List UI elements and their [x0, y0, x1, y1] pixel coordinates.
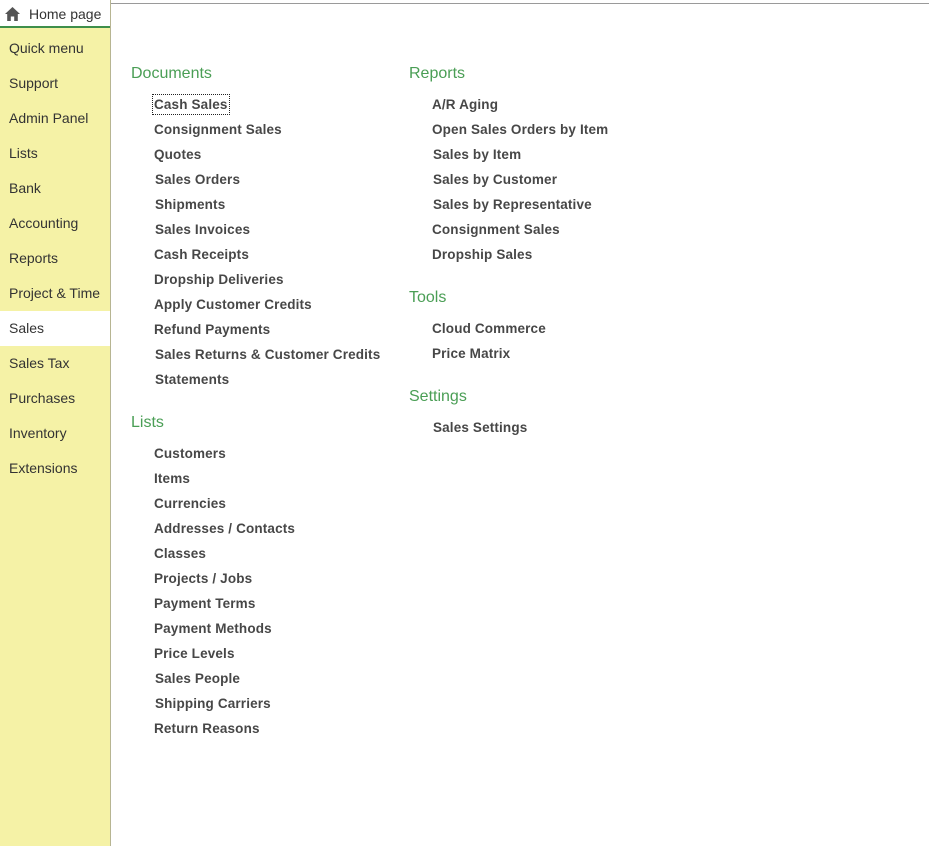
lists-section-title: Lists: [131, 414, 164, 431]
link-report-consignment-sales[interactable]: Consignment Sales: [432, 221, 560, 238]
sidebar-item-bank[interactable]: Bank: [0, 171, 110, 206]
link-return-reasons[interactable]: Return Reasons: [154, 720, 260, 737]
documents-section-title: Documents: [131, 65, 212, 82]
link-items[interactable]: Items: [154, 470, 190, 487]
link-price-matrix[interactable]: Price Matrix: [432, 345, 510, 362]
link-cash-sales[interactable]: Cash Sales: [152, 94, 230, 115]
link-payment-methods[interactable]: Payment Methods: [154, 620, 272, 637]
link-price-levels[interactable]: Price Levels: [154, 645, 235, 662]
home-page-label: Home page: [29, 6, 102, 22]
link-cloud-commerce[interactable]: Cloud Commerce: [432, 320, 546, 337]
tools-section-title: Tools: [409, 289, 447, 306]
sidebar-item-inventory[interactable]: Inventory: [0, 416, 110, 451]
link-dropship-deliveries[interactable]: Dropship Deliveries: [154, 271, 284, 288]
link-statements[interactable]: Statements: [155, 371, 229, 388]
sidebar-item-purchases[interactable]: Purchases: [0, 381, 110, 416]
top-divider: [111, 3, 929, 4]
link-refund-payments[interactable]: Refund Payments: [154, 321, 270, 338]
link-sales-returns-customer-credits[interactable]: Sales Returns & Customer Credits: [155, 346, 380, 363]
sidebar-item-quick-menu[interactable]: Quick menu: [0, 31, 110, 66]
sidebar: Home page Quick menu Support Admin Panel…: [0, 0, 111, 846]
link-payment-terms[interactable]: Payment Terms: [154, 595, 256, 612]
link-sales-by-item[interactable]: Sales by Item: [433, 146, 521, 163]
link-apply-customer-credits[interactable]: Apply Customer Credits: [154, 296, 312, 313]
link-sales-settings[interactable]: Sales Settings: [433, 419, 527, 436]
sidebar-item-sales[interactable]: Sales: [0, 311, 110, 346]
link-ar-aging[interactable]: A/R Aging: [432, 96, 498, 113]
sidebar-item-project-time[interactable]: Project & Time: [0, 276, 110, 311]
sidebar-item-support[interactable]: Support: [0, 66, 110, 101]
link-sales-people[interactable]: Sales People: [155, 670, 240, 687]
link-customers[interactable]: Customers: [154, 445, 226, 462]
sidebar-item-reports[interactable]: Reports: [0, 241, 110, 276]
link-sales-by-representative[interactable]: Sales by Representative: [433, 196, 592, 213]
link-classes[interactable]: Classes: [154, 545, 206, 562]
settings-section-title: Settings: [409, 388, 467, 405]
sidebar-item-admin-panel[interactable]: Admin Panel: [0, 101, 110, 136]
link-shipping-carriers[interactable]: Shipping Carriers: [155, 695, 271, 712]
link-projects-jobs[interactable]: Projects / Jobs: [154, 570, 252, 587]
link-addresses-contacts[interactable]: Addresses / Contacts: [154, 520, 295, 537]
sidebar-item-extensions[interactable]: Extensions: [0, 451, 110, 486]
link-dropship-sales[interactable]: Dropship Sales: [432, 246, 532, 263]
sidebar-item-accounting[interactable]: Accounting: [0, 206, 110, 241]
sidebar-item-lists[interactable]: Lists: [0, 136, 110, 171]
reports-section-title: Reports: [409, 65, 466, 82]
link-open-sales-orders-by-item[interactable]: Open Sales Orders by Item: [432, 121, 608, 138]
link-cash-receipts[interactable]: Cash Receipts: [154, 246, 249, 263]
sidebar-item-sales-tax[interactable]: Sales Tax: [0, 346, 110, 381]
link-sales-orders[interactable]: Sales Orders: [155, 171, 240, 188]
link-shipments[interactable]: Shipments: [155, 196, 225, 213]
link-consignment-sales[interactable]: Consignment Sales: [154, 121, 282, 138]
link-currencies[interactable]: Currencies: [154, 495, 226, 512]
link-quotes[interactable]: Quotes: [154, 146, 201, 163]
link-sales-invoices[interactable]: Sales Invoices: [155, 221, 250, 238]
link-sales-by-customer[interactable]: Sales by Customer: [433, 171, 557, 188]
home-page-tab[interactable]: Home page: [0, 0, 110, 28]
home-icon: [5, 7, 20, 21]
